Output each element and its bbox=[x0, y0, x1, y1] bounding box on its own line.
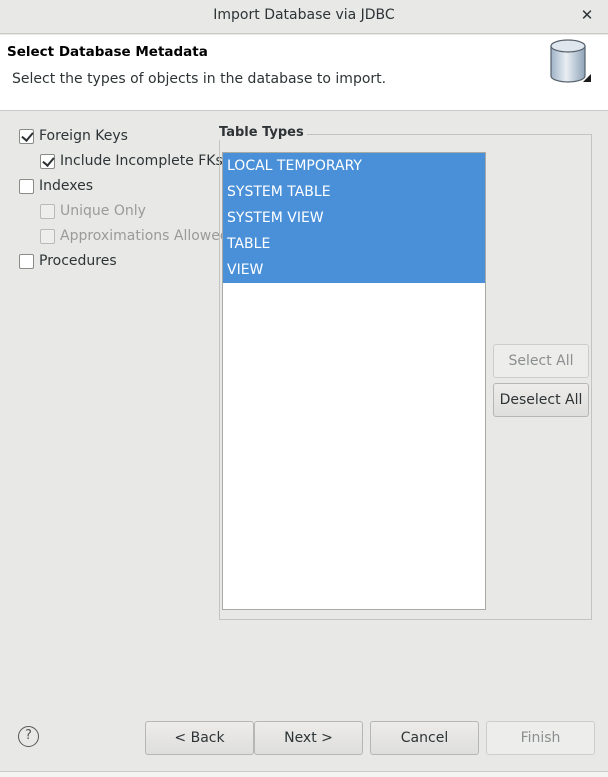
help-icon[interactable]: ? bbox=[18, 726, 39, 747]
procedures-label: Procedures bbox=[39, 253, 117, 269]
finish-button[interactable]: Finish bbox=[486, 721, 595, 755]
deselect-all-button[interactable]: Deselect All bbox=[493, 383, 589, 417]
approximations-allowed-label: Approximations Allowed bbox=[60, 228, 229, 244]
page-title: Select Database Metadata bbox=[7, 44, 208, 60]
indexes-option[interactable]: Indexes bbox=[19, 176, 93, 196]
foreign-keys-option[interactable]: Foreign Keys bbox=[19, 126, 128, 146]
indexes-label: Indexes bbox=[39, 178, 94, 194]
foreign-keys-checkbox[interactable] bbox=[19, 128, 34, 144]
page-description: Select the types of objects in the datab… bbox=[12, 71, 387, 87]
include-incomplete-fks-option[interactable]: Include Incomplete FKs bbox=[40, 151, 223, 171]
select-all-button[interactable]: Select All bbox=[493, 344, 589, 378]
foreign-keys-label: Foreign Keys bbox=[39, 128, 128, 144]
list-item[interactable]: SYSTEM TABLE bbox=[223, 179, 485, 205]
procedures-option[interactable]: Procedures bbox=[19, 251, 117, 271]
next-button[interactable]: Next > bbox=[254, 721, 363, 755]
approximations-allowed-checkbox bbox=[40, 228, 55, 244]
unique-only-checkbox bbox=[40, 203, 55, 219]
include-incomplete-fks-label: Include Incomplete FKs bbox=[60, 153, 223, 169]
table-types-list[interactable]: LOCAL TEMPORARY SYSTEM TABLE SYSTEM VIEW… bbox=[222, 152, 486, 610]
back-button[interactable]: < Back bbox=[145, 721, 254, 755]
procedures-checkbox[interactable] bbox=[19, 253, 34, 269]
list-item[interactable]: TABLE bbox=[223, 231, 485, 257]
unique-only-label: Unique Only bbox=[60, 203, 146, 219]
import-dialog: Import Database via JDBC ✕ Select Databa… bbox=[0, 0, 608, 777]
table-types-legend: Table Types bbox=[219, 125, 307, 140]
approximations-allowed-option: Approximations Allowed bbox=[40, 226, 229, 246]
list-item[interactable]: VIEW bbox=[223, 257, 485, 283]
indexes-checkbox[interactable] bbox=[19, 178, 34, 194]
include-incomplete-fks-checkbox[interactable] bbox=[40, 153, 55, 169]
unique-only-option: Unique Only bbox=[40, 201, 146, 221]
window-bottom-edge bbox=[0, 771, 608, 777]
database-icon bbox=[550, 39, 591, 83]
title-bar: Import Database via JDBC ✕ bbox=[0, 0, 608, 34]
list-item[interactable]: LOCAL TEMPORARY bbox=[223, 153, 485, 179]
wizard-header: Select Database Metadata Select the type… bbox=[0, 35, 608, 111]
list-item[interactable]: SYSTEM VIEW bbox=[223, 205, 485, 231]
cancel-button[interactable]: Cancel bbox=[370, 721, 479, 755]
window-title: Import Database via JDBC bbox=[213, 7, 395, 23]
close-icon[interactable]: ✕ bbox=[578, 6, 596, 24]
